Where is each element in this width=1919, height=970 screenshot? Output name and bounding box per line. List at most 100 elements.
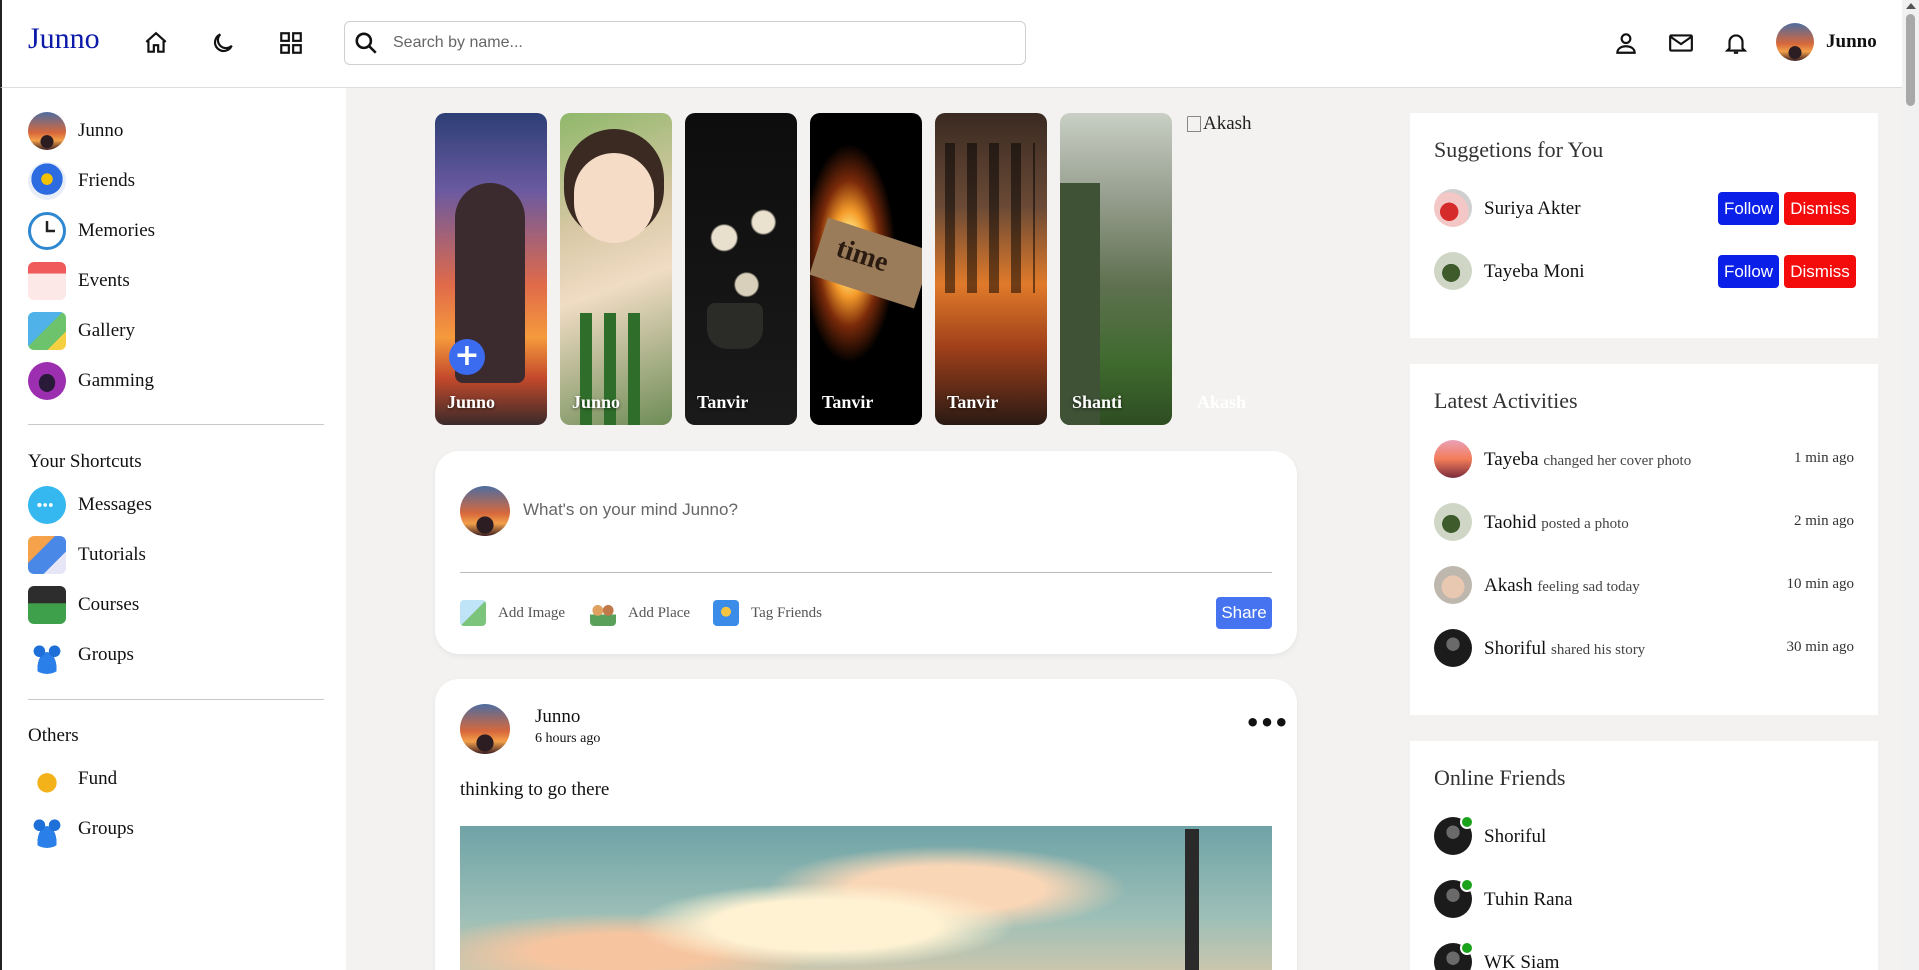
grid-icon[interactable] bbox=[274, 26, 308, 60]
suggestion-name[interactable]: Tayeba Moni bbox=[1484, 261, 1585, 283]
story-card[interactable]: + Junno bbox=[435, 113, 547, 425]
search-icon[interactable] bbox=[353, 30, 379, 61]
activity-time: 2 min ago bbox=[1794, 513, 1854, 529]
story-name: Akash bbox=[1197, 392, 1247, 412]
sidebar-item-gallery[interactable]: Gallery bbox=[28, 311, 135, 351]
online-friend-item[interactable]: WK Siam bbox=[1434, 941, 1854, 970]
activity-text: shared his story bbox=[1551, 642, 1646, 658]
online-status-dot bbox=[1460, 878, 1474, 892]
story-card[interactable]: Tanvir bbox=[685, 113, 797, 425]
broken-image-icon bbox=[1187, 116, 1201, 132]
clock-icon bbox=[28, 212, 66, 250]
post-image-detail bbox=[1185, 829, 1199, 970]
follow-button[interactable]: Follow bbox=[1718, 192, 1779, 225]
broken-image: Akash bbox=[1187, 113, 1252, 135]
chat-bubble-icon bbox=[28, 486, 66, 524]
avatar[interactable] bbox=[1434, 440, 1472, 478]
story-image bbox=[945, 143, 1035, 293]
sidebar-item-label: Groups bbox=[78, 644, 134, 665]
avatar[interactable] bbox=[1434, 252, 1472, 290]
friend-name: Tuhin Rana bbox=[1484, 889, 1573, 910]
sidebar-item-friends[interactable]: Friends bbox=[28, 161, 135, 201]
story-card[interactable]: Akash Akash bbox=[1185, 113, 1297, 425]
dismiss-button[interactable]: Dismiss bbox=[1784, 192, 1856, 225]
page-scrollbar[interactable] bbox=[1902, 0, 1919, 970]
activity-user[interactable]: Tayeba bbox=[1484, 449, 1539, 470]
story-name: Shanti bbox=[1072, 392, 1123, 412]
activity-text: changed her cover photo bbox=[1543, 453, 1692, 469]
avatar[interactable] bbox=[1434, 503, 1472, 541]
sidebar-item-messages[interactable]: Messages bbox=[28, 485, 152, 525]
avatar[interactable] bbox=[460, 704, 510, 754]
sidebar-item-groups-2[interactable]: Groups bbox=[28, 809, 134, 849]
activity-time: 30 min ago bbox=[1786, 639, 1855, 655]
share-button[interactable]: Share bbox=[1216, 597, 1272, 629]
sidebar-item-profile[interactable]: Junno bbox=[28, 111, 123, 151]
add-place-label: Add Place bbox=[628, 604, 691, 621]
avatar[interactable] bbox=[1434, 566, 1472, 604]
activity-text: posted a photo bbox=[1541, 516, 1629, 532]
user-icon[interactable] bbox=[1609, 26, 1643, 60]
sidebar-item-label: Junno bbox=[78, 120, 124, 141]
scrollbar-thumb[interactable] bbox=[1906, 14, 1915, 106]
avatar[interactable] bbox=[1434, 189, 1472, 227]
scroll-up-arrow[interactable] bbox=[1906, 3, 1916, 9]
video-tutorial-icon bbox=[28, 536, 66, 574]
sidebar-item-groups[interactable]: Groups bbox=[28, 635, 134, 675]
activity-user[interactable]: Taohid bbox=[1484, 512, 1537, 533]
moon-icon[interactable] bbox=[206, 26, 240, 60]
mail-icon[interactable] bbox=[1664, 26, 1698, 60]
tag-friends-button[interactable]: Tag Friends bbox=[713, 599, 822, 627]
activity-user[interactable]: Akash bbox=[1484, 575, 1533, 596]
post-image[interactable] bbox=[460, 826, 1272, 970]
group-icon bbox=[28, 810, 66, 848]
avatar bbox=[460, 486, 510, 536]
sidebar-item-courses[interactable]: Courses bbox=[28, 585, 139, 625]
story-card[interactable]: Shanti bbox=[1060, 113, 1172, 425]
follow-button[interactable]: Follow bbox=[1718, 255, 1779, 288]
search-input[interactable] bbox=[393, 30, 993, 56]
online-friends-panel: Online Friends Shoriful Tuhin Rana WK Si… bbox=[1410, 741, 1878, 970]
online-friend-item[interactable]: Shoriful bbox=[1434, 815, 1854, 857]
activity-user[interactable]: Shoriful bbox=[1484, 638, 1546, 659]
panel-title: Suggetions for You bbox=[1434, 137, 1604, 162]
activity-text: feeling sad today bbox=[1537, 579, 1640, 595]
sidebar-item-label: Tutorials bbox=[78, 544, 146, 565]
post-author[interactable]: Junno bbox=[535, 706, 580, 728]
story-image bbox=[1060, 183, 1100, 425]
sidebar-item-label: Fund bbox=[78, 768, 118, 789]
brand-logo[interactable]: Junno bbox=[28, 22, 100, 56]
story-card[interactable]: Junno bbox=[560, 113, 672, 425]
suggestion-name[interactable]: Suriya Akter bbox=[1484, 198, 1581, 220]
search-bar bbox=[344, 21, 1026, 65]
add-story-button[interactable]: + bbox=[449, 339, 485, 375]
user-avatar[interactable] bbox=[1776, 23, 1814, 61]
post-text: thinking to go there bbox=[460, 779, 610, 800]
composer-input[interactable]: What's on your mind Junno? bbox=[523, 500, 738, 520]
sidebar-item-label: Gallery bbox=[78, 320, 135, 341]
sidebar-item-events[interactable]: Events bbox=[28, 261, 130, 301]
post-composer: What's on your mind Junno? Add Image Add… bbox=[435, 451, 1297, 654]
dismiss-button[interactable]: Dismiss bbox=[1784, 255, 1856, 288]
add-image-button[interactable]: Add Image bbox=[460, 599, 565, 627]
story-image-text: time bbox=[810, 217, 922, 309]
home-icon[interactable] bbox=[139, 26, 173, 60]
friend-name: WK Siam bbox=[1484, 952, 1560, 970]
add-place-button[interactable]: Add Place bbox=[590, 599, 690, 627]
more-options-icon[interactable]: ••• bbox=[1245, 709, 1289, 737]
story-card[interactable]: Tanvir bbox=[935, 113, 1047, 425]
avatar[interactable] bbox=[1434, 629, 1472, 667]
activity-item: Akash feeling sad today 10 min ago bbox=[1434, 566, 1854, 606]
online-friend-item[interactable]: Tuhin Rana bbox=[1434, 878, 1854, 920]
user-name[interactable]: Junno bbox=[1826, 31, 1877, 53]
bell-icon[interactable] bbox=[1719, 26, 1753, 60]
story-card[interactable]: time Tanvir bbox=[810, 113, 922, 425]
sidebar-item-tutorials[interactable]: Tutorials bbox=[28, 535, 146, 575]
story-name: Tanvir bbox=[697, 392, 749, 412]
sidebar-item-gamming[interactable]: Gamming bbox=[28, 361, 154, 401]
panel-title: Latest Activities bbox=[1434, 388, 1578, 413]
panel-title: Online Friends bbox=[1434, 765, 1566, 790]
sidebar-item-memories[interactable]: Memories bbox=[28, 211, 155, 251]
story-name: Junno bbox=[572, 392, 621, 412]
sidebar-item-fund[interactable]: Fund bbox=[28, 759, 117, 799]
